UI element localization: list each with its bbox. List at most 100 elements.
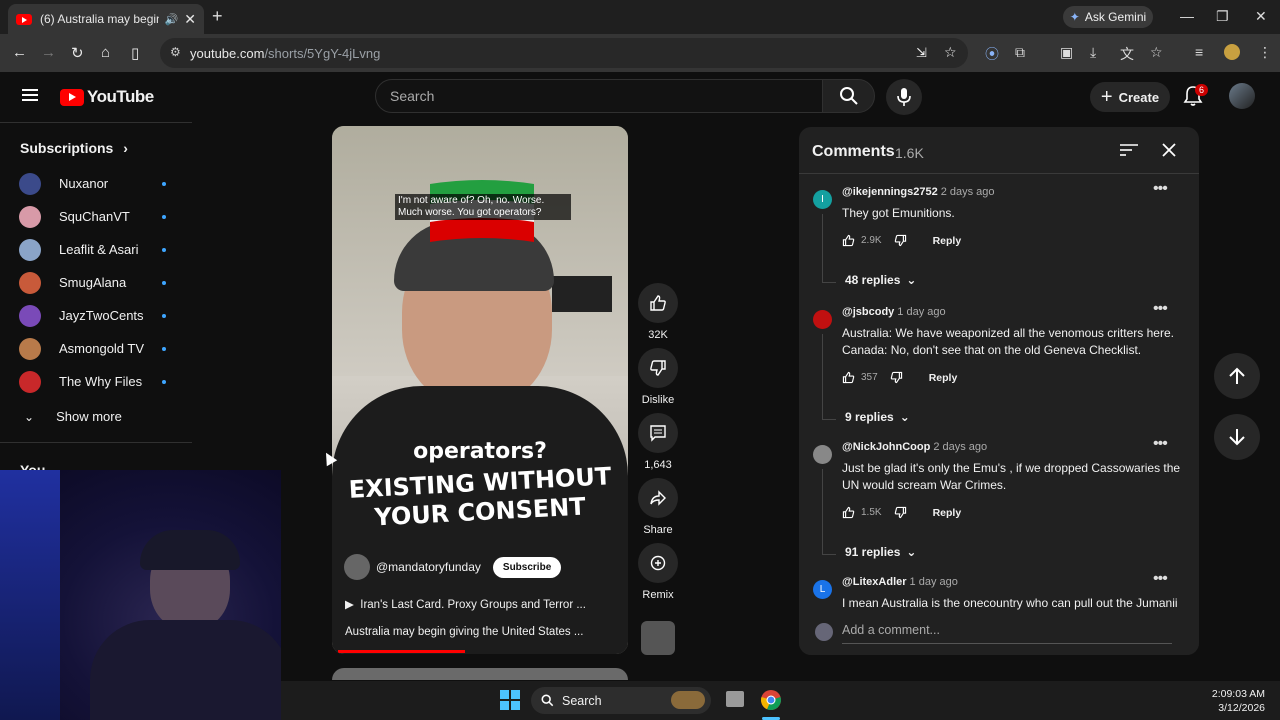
sidebar-subscription-item[interactable]: Leaflit & Asari [0,233,192,266]
sidepanel-icon[interactable]: ▯ [131,44,139,62]
thumbs-down-icon[interactable] [894,234,907,247]
extensions-icon[interactable]: ⧉ [1015,44,1025,61]
thumbs-down-icon[interactable] [894,506,907,519]
reload-icon[interactable]: ↻ [71,44,84,62]
bookmark-star-icon[interactable]: ☆ [944,44,957,61]
sound-thumbnail[interactable] [641,621,675,655]
search-input[interactable]: Search [375,79,823,113]
video-description[interactable]: Australia may begin giving the United St… [345,626,583,638]
previous-short-button[interactable] [1214,353,1260,399]
comment-time[interactable]: 2 days ago [941,186,995,198]
close-window-icon[interactable]: ✕ [1255,8,1267,25]
video-title[interactable]: ▶ Iran's Last Card. Proxy Groups and Ter… [345,597,586,611]
sidebar-subscription-item[interactable]: JayzTwoCents [0,299,192,332]
comment-handle[interactable]: @jsbcody [842,306,894,318]
channel-name[interactable]: @mandatoryfunday [376,560,481,574]
create-button[interactable]: + Create [1090,82,1170,112]
system-clock[interactable]: 2:09:03 AM 3/12/2026 [1210,687,1265,715]
profile-avatar[interactable] [1224,44,1240,60]
forward-icon[interactable]: → [41,44,56,61]
media-icon[interactable]: ▣ [1060,44,1073,61]
thumbs-up-icon[interactable] [842,506,855,519]
search-button[interactable] [822,79,875,113]
comment-time[interactable]: 1 day ago [897,306,945,318]
extension-audio-icon[interactable]: ⦿ [985,44,999,64]
reply-button[interactable]: Reply [933,507,962,519]
sidebar-subscription-item[interactable]: SquChanVT [0,200,192,233]
reply-button[interactable]: Reply [929,372,958,384]
show-more-button[interactable]: ⌄ Show more [0,400,192,433]
sort-icon[interactable] [1120,143,1138,157]
sidebar-subscription-item[interactable]: SmugAlana [0,266,192,299]
comment-menu-icon[interactable]: ••• [1153,570,1168,588]
menu-dots-icon[interactable]: ⋮ [1258,44,1272,61]
thumbs-down-icon[interactable] [890,371,903,384]
comment-time[interactable]: 2 days ago [933,441,987,453]
chrome-icon[interactable] [760,689,782,711]
like-button[interactable]: 32K [638,283,678,341]
sidebar-subscription-item[interactable]: Asmongold TV [0,332,192,365]
account-avatar[interactable] [1229,83,1255,109]
browser-tab[interactable]: (6) Australia may begin givi 🔊 ✕ [8,4,204,34]
comment-menu-icon[interactable]: ••• [1153,300,1168,318]
commenter-avatar[interactable] [813,310,832,329]
file-explorer-icon[interactable] [726,691,744,707]
subscribe-button[interactable]: Subscribe [492,556,562,578]
comment-menu-icon[interactable]: ••• [1153,180,1168,198]
address-bar[interactable]: ⚙ youtube.com/shorts/5YgY-4jLvng ⇲ ☆ [160,38,968,68]
channel-avatar[interactable] [344,554,370,580]
share-button[interactable]: Share [638,478,678,536]
comments-button[interactable]: 1,643 [638,413,678,471]
next-short-button[interactable] [1214,414,1260,460]
video-progress[interactable] [338,650,466,653]
commenter-avatar[interactable] [813,445,832,464]
shorts-video-player[interactable]: I'm not aware of? Oh, no. Worse. Much wo… [332,126,628,654]
thumbs-up-icon[interactable] [842,371,855,384]
close-tab-icon[interactable]: ✕ [184,11,196,28]
sidebar-item-label: Leaflit & Asari [59,242,139,257]
comment-time[interactable]: 1 day ago [910,576,958,588]
close-comments-icon[interactable] [1161,142,1177,158]
comment-handle[interactable]: @NickJohnCoop [842,441,930,453]
commenter-avatar[interactable]: L [813,580,832,599]
voice-search-button[interactable] [886,79,922,115]
comment-handle[interactable]: @LitexAdler [842,576,907,588]
reading-list-icon[interactable]: ≡ [1195,44,1203,60]
remix-label: Remix [642,589,674,601]
taskbar-search[interactable]: Search [531,687,711,714]
restore-icon[interactable]: ❐ [1216,8,1229,25]
remix-button[interactable]: Remix [638,543,678,601]
comment-handle[interactable]: @ikejennings2752 [842,186,938,198]
windows-start-icon[interactable] [500,690,520,710]
dislike-button[interactable]: Dislike [638,348,678,406]
new-tab-icon[interactable]: + [212,6,223,27]
add-comment-input[interactable]: Add a comment... [842,623,940,637]
speaker-icon[interactable]: 🔊 [165,13,179,26]
home-icon[interactable]: ⌂ [101,44,110,61]
comment-menu-icon[interactable]: ••• [1153,435,1168,453]
minimize-icon[interactable]: — [1180,8,1194,24]
back-icon[interactable]: ← [12,44,27,61]
sidebar-subscription-item[interactable]: Nuxanor [0,167,192,200]
thumbs-up-icon[interactable] [842,234,855,247]
play-icon: ▶ [345,599,354,611]
commenter-avatar[interactable]: I [813,190,832,209]
install-app-icon[interactable]: ⇲ [916,45,927,61]
reply-button[interactable]: Reply [933,235,962,247]
youtube-logo[interactable]: YouTube [60,87,154,107]
view-replies-button[interactable]: 9 replies ⌄ [845,410,910,424]
download-icon[interactable]: ⤓ [1090,44,1096,61]
search-icon [840,87,858,105]
sidebar-subscription-item[interactable]: The Why Files [0,365,192,398]
favorites-icon[interactable]: ☆ [1150,44,1163,61]
ask-gemini-button[interactable]: ✦ Ask Gemini [1063,6,1153,28]
next-video-preview[interactable] [332,668,628,680]
view-replies-button[interactable]: 48 replies ⌄ [845,273,916,287]
menu-icon[interactable] [22,89,38,101]
chevron-down-icon: ⌄ [24,409,35,424]
view-replies-button[interactable]: 91 replies ⌄ [845,545,916,559]
share-icon [650,490,666,506]
site-info-icon[interactable]: ⚙ [170,45,181,59]
subscriptions-heading[interactable]: Subscriptions › [20,140,128,156]
translate-icon[interactable]: 文 [1120,44,1134,64]
